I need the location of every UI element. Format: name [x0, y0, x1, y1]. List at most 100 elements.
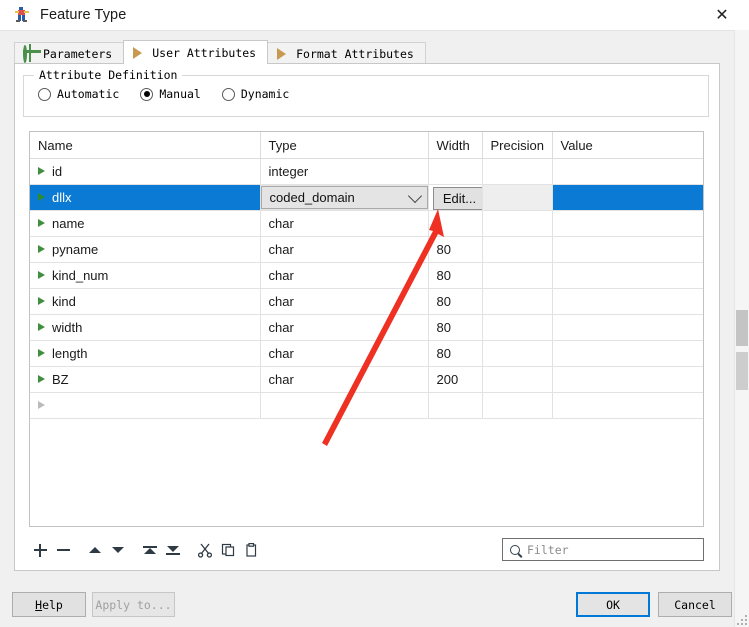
cell-value[interactable]: [552, 184, 703, 211]
filter-input[interactable]: Filter: [502, 538, 704, 561]
move-down-button[interactable]: [107, 539, 129, 561]
expander-icon[interactable]: [38, 167, 45, 176]
paste-button[interactable]: [240, 539, 262, 561]
attributes-table[interactable]: Name Type Width Precision Value id integ…: [29, 131, 704, 527]
type-dropdown[interactable]: coded_domain: [260, 186, 427, 209]
expander-icon[interactable]: [38, 297, 45, 306]
cell-type[interactable]: char: [260, 236, 429, 263]
table-row-selected[interactable]: dllx coded_domain Edit...: [30, 184, 703, 211]
cell-name[interactable]: name: [30, 210, 261, 237]
cell-precision[interactable]: [482, 262, 553, 289]
cell-name[interactable]: [30, 392, 261, 419]
background-window-scrollbar[interactable]: [734, 30, 749, 627]
cell-name[interactable]: BZ: [30, 366, 261, 393]
radio-manual[interactable]: Manual: [140, 87, 201, 101]
move-up-button[interactable]: [84, 539, 106, 561]
cell-precision[interactable]: [482, 340, 553, 367]
cell-width[interactable]: 80: [428, 340, 483, 367]
cell-width[interactable]: [428, 158, 483, 185]
cell-type[interactable]: char: [260, 288, 429, 315]
cell-precision[interactable]: [482, 158, 553, 185]
scrollbar-thumb[interactable]: [736, 310, 748, 346]
cell-type[interactable]: [260, 392, 429, 419]
cell-width[interactable]: 200: [428, 366, 483, 393]
cell-name[interactable]: length: [30, 340, 261, 367]
copy-button[interactable]: [217, 539, 239, 561]
cut-button[interactable]: [194, 539, 216, 561]
cell-name[interactable]: id: [30, 158, 261, 185]
cell-precision[interactable]: [482, 236, 553, 263]
column-header-name[interactable]: Name: [30, 132, 261, 159]
cell-name[interactable]: pyname: [30, 236, 261, 263]
cell-precision[interactable]: [482, 366, 553, 393]
remove-attribute-button[interactable]: [52, 539, 74, 561]
column-header-width[interactable]: Width: [428, 132, 483, 159]
table-row[interactable]: kind_num char 80: [30, 262, 703, 289]
close-icon[interactable]: ✕: [703, 0, 741, 30]
column-header-value[interactable]: Value: [552, 132, 703, 159]
radio-automatic[interactable]: Automatic: [38, 87, 119, 101]
move-to-bottom-button[interactable]: [162, 539, 184, 561]
cell-width[interactable]: 80: [428, 288, 483, 315]
table-row[interactable]: name char: [30, 210, 703, 237]
expander-icon[interactable]: [38, 271, 45, 280]
cell-precision[interactable]: [482, 210, 553, 237]
cell-precision[interactable]: [482, 288, 553, 315]
cell-precision[interactable]: [482, 314, 553, 341]
table-row[interactable]: BZ char 200: [30, 366, 703, 393]
tab-user-attributes[interactable]: User Attributes: [123, 40, 269, 64]
cell-width[interactable]: 80: [428, 314, 483, 341]
help-button[interactable]: Help: [12, 592, 86, 617]
cell-name[interactable]: dllx: [30, 184, 261, 211]
cell-value[interactable]: [552, 314, 703, 341]
cell-value[interactable]: [552, 288, 703, 315]
table-row[interactable]: length char 80: [30, 340, 703, 367]
table-row[interactable]: id integer: [30, 158, 703, 185]
tab-format-attributes[interactable]: Format Attributes: [267, 42, 426, 64]
table-row-new[interactable]: [30, 392, 703, 419]
cell-value[interactable]: [552, 262, 703, 289]
cell-type[interactable]: char: [260, 366, 429, 393]
expander-icon[interactable]: [38, 245, 45, 254]
resize-grip[interactable]: [735, 613, 747, 625]
expander-icon[interactable]: [38, 219, 45, 228]
expander-icon[interactable]: [38, 193, 45, 202]
cell-type[interactable]: coded_domain: [260, 184, 429, 211]
cell-width[interactable]: Edit...: [428, 184, 483, 211]
cancel-button[interactable]: Cancel: [658, 592, 732, 617]
scrollbar-thumb-secondary[interactable]: [736, 352, 748, 390]
cell-value[interactable]: [552, 158, 703, 185]
cell-value[interactable]: [552, 366, 703, 393]
cell-precision[interactable]: [482, 392, 553, 419]
apply-to-button[interactable]: Apply to...: [92, 592, 175, 617]
cell-type[interactable]: char: [260, 210, 429, 237]
cell-precision[interactable]: [482, 184, 553, 211]
cell-name[interactable]: kind_num: [30, 262, 261, 289]
radio-dynamic[interactable]: Dynamic: [221, 87, 289, 101]
cell-name[interactable]: width: [30, 314, 261, 341]
cell-width[interactable]: [428, 210, 483, 237]
cell-value[interactable]: [552, 340, 703, 367]
table-row[interactable]: width char 80: [30, 314, 703, 341]
edit-button[interactable]: Edit...: [432, 186, 481, 210]
table-row[interactable]: pyname char 80: [30, 236, 703, 263]
expander-icon[interactable]: [38, 349, 45, 358]
cell-value[interactable]: [552, 236, 703, 263]
cell-type[interactable]: char: [260, 262, 429, 289]
cell-type[interactable]: integer: [260, 158, 429, 185]
cell-value[interactable]: [552, 210, 703, 237]
cell-type[interactable]: char: [260, 314, 429, 341]
table-row[interactable]: kind char 80: [30, 288, 703, 315]
expander-icon[interactable]: [38, 375, 45, 384]
column-header-precision[interactable]: Precision: [482, 132, 553, 159]
tab-parameters[interactable]: Parameters: [14, 42, 125, 64]
ok-button[interactable]: OK: [576, 592, 650, 617]
expander-icon[interactable]: [38, 323, 45, 332]
add-attribute-button[interactable]: [29, 539, 51, 561]
move-to-top-button[interactable]: [139, 539, 161, 561]
cell-width[interactable]: 80: [428, 236, 483, 263]
cell-name[interactable]: kind: [30, 288, 261, 315]
cell-width[interactable]: [428, 392, 483, 419]
cell-width[interactable]: 80: [428, 262, 483, 289]
cell-type[interactable]: char: [260, 340, 429, 367]
